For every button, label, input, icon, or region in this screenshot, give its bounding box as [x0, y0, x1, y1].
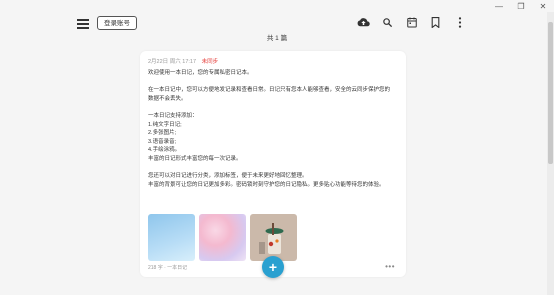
plus-icon: +	[268, 259, 278, 275]
entry-weekday: 周六	[169, 59, 181, 65]
entry-line: 一本日记支持添加：	[148, 112, 198, 119]
entry-time: 17:17	[182, 59, 197, 65]
entry-text: 欢迎使用一本日记，您的专属私密日记本。 在一本日记中，您可以方便地发记录和查看日…	[148, 69, 400, 189]
entry-line: 丰富的背景可让您的日记更加多彩。密码锁时刻守护您的日记隐私。更多贴心功能等待您的…	[148, 181, 385, 188]
entry-date: 2月22日	[148, 59, 169, 65]
scrollbar-thumb[interactable]	[548, 22, 553, 164]
diary-entry-card[interactable]: 2月22日 周六 17:17 未同步 欢迎使用一本日记，您的专属私密日记本。 在…	[140, 51, 406, 277]
image-thumbnail-drink[interactable]	[250, 214, 297, 261]
entry-footer: 218 字 · 一本日记	[148, 265, 188, 271]
entry-line: 2.多张图片;	[148, 130, 177, 137]
toolbar	[357, 16, 466, 29]
search-icon[interactable]	[381, 16, 394, 29]
cloud-upload-icon[interactable]	[357, 16, 370, 29]
entry-meta: 2月22日 周六 17:17 未同步	[148, 57, 218, 65]
entry-line: 在一本日记中，您可以方便地发记录和查看日常。日记只有您本人能够查看，安全的云同步…	[148, 87, 391, 94]
entry-line: 数据不会丢失。	[148, 95, 187, 102]
add-entry-button[interactable]: +	[262, 256, 284, 278]
sync-status: 未同步	[201, 59, 219, 65]
image-thumbnail-abstract[interactable]	[199, 214, 246, 261]
image-thumbnail-sky[interactable]	[148, 214, 195, 261]
entry-line: 1.纯文字日记;	[148, 121, 182, 128]
calendar-icon[interactable]	[405, 16, 418, 29]
entry-line: 4.手绘涂鸦。	[148, 147, 181, 154]
close-button[interactable]: ✕	[532, 0, 554, 12]
entry-line	[148, 103, 400, 112]
menu-icon[interactable]	[77, 19, 89, 29]
entry-count: 共 1 篇	[266, 35, 288, 42]
entry-line: 3.语音录音;	[148, 138, 177, 145]
scrollbar[interactable]	[547, 12, 554, 295]
more-vert-icon[interactable]	[453, 16, 466, 29]
more-horiz-icon[interactable]: •••	[385, 263, 395, 271]
entry-line	[148, 164, 400, 173]
entry-images	[148, 214, 297, 261]
entry-line: 欢迎使用一本日记，您的专属私密日记本。	[148, 70, 253, 76]
window-controls: — ❐ ✕	[488, 0, 554, 12]
minimize-button[interactable]: —	[488, 0, 510, 12]
login-button[interactable]: 登录账号	[97, 16, 137, 30]
bookmark-icon[interactable]	[429, 16, 442, 29]
entry-line: 丰富的日记形式丰富您的每一次记录。	[148, 155, 242, 162]
entry-line	[148, 78, 400, 87]
entry-line: 您还可以对日记进行分类，添加标签，便于未来更好地回忆整理。	[148, 173, 308, 180]
restore-button[interactable]: ❐	[510, 0, 532, 12]
